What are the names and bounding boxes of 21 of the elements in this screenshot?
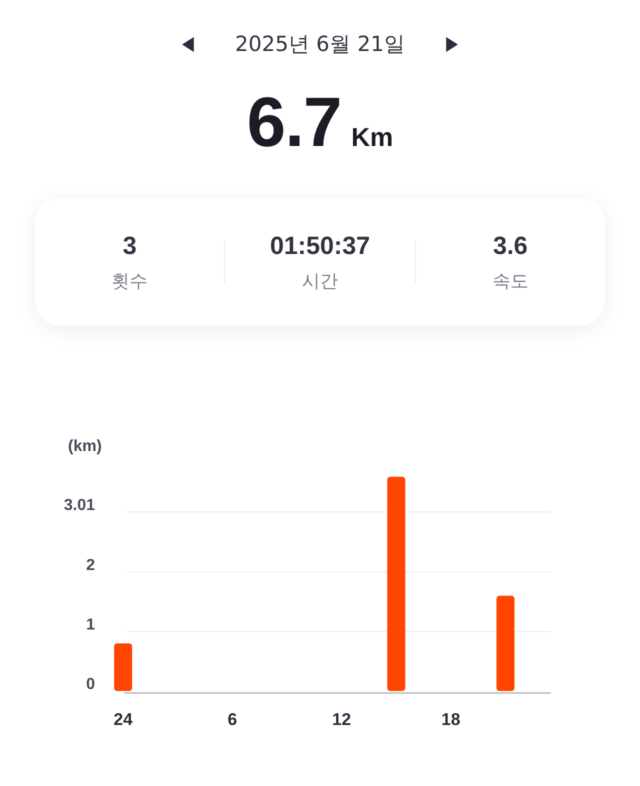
stat-label: 시간 [302, 270, 338, 292]
distance-unit: Km [351, 122, 394, 153]
x-tick-label: 6 [228, 710, 238, 729]
y-tick-label: 3.01 [64, 496, 95, 514]
y-tick-label: 0 [86, 676, 95, 693]
y-axis-unit: (km) [68, 438, 102, 455]
stat-value: 3.6 [492, 232, 528, 260]
x-tick-label: 18 [441, 710, 460, 729]
stat-value: 01:50:37 [270, 232, 370, 260]
chart-bar [114, 643, 132, 691]
stat-label: 속도 [492, 270, 528, 292]
x-tick-label: 12 [332, 710, 352, 729]
stat-value: 3 [122, 232, 137, 260]
next-arrow-icon[interactable] [444, 36, 458, 52]
previous-arrow-icon[interactable] [182, 36, 196, 52]
distance-value: 6.7 [246, 82, 342, 162]
y-tick-label: 1 [86, 616, 95, 634]
x-tick-label: 24 [114, 710, 133, 729]
y-tick-label: 2 [86, 557, 95, 574]
stat-label: 횟수 [112, 270, 148, 292]
date-title: 2025년 6월 21일 [235, 31, 405, 58]
